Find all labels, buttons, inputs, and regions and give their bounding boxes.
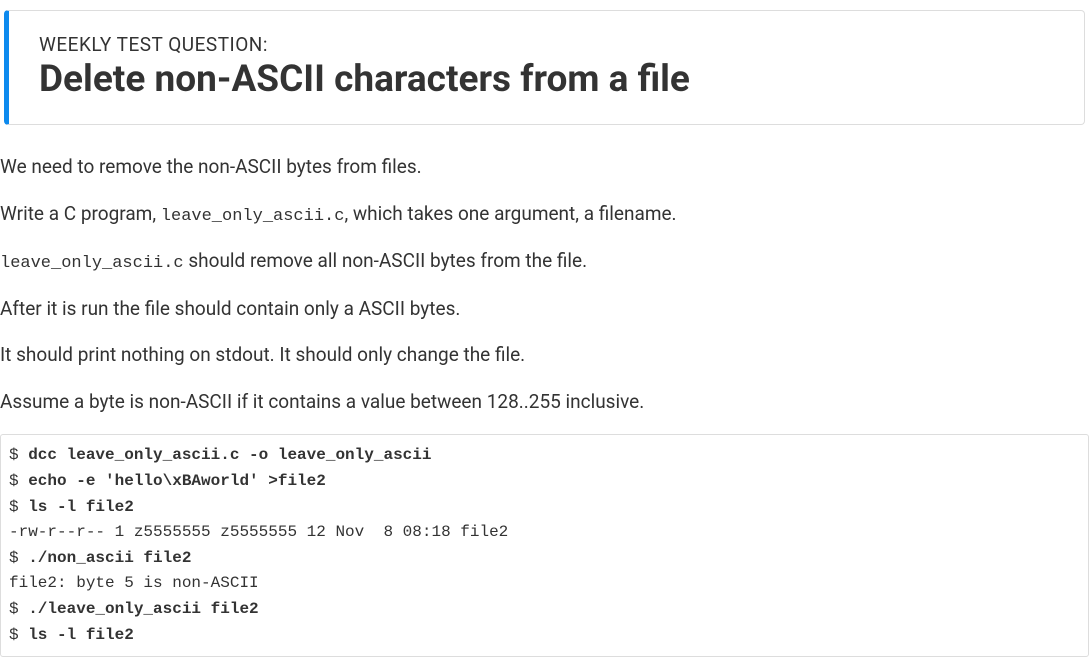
stdout-paragraph: It should print nothing on stdout. It sh… — [0, 341, 1089, 370]
prompt: $ — [9, 472, 28, 490]
output-text: file2: byte 5 is non-ASCII — [9, 574, 259, 592]
prompt: $ — [9, 600, 28, 618]
question-title: Delete non-ASCII characters from a file — [39, 58, 1054, 102]
command-text: ./leave_only_ascii file2 — [28, 600, 258, 618]
text-segment: , which takes one argument, a filename. — [344, 202, 676, 225]
terminal-line: $ echo -e 'hello\xBAworld' >file2 — [9, 469, 1080, 495]
terminal-block: $ dcc leave_only_ascii.c -o leave_only_a… — [0, 434, 1089, 657]
remove-bytes-paragraph: leave_only_ascii.c should remove all non… — [0, 247, 1089, 277]
command-text: ./non_ascii file2 — [28, 549, 191, 567]
prompt: $ — [9, 498, 28, 516]
write-program-paragraph: Write a C program, leave_only_ascii.c, w… — [0, 200, 1089, 230]
output-text: -rw-r--r-- 1 z5555555 z5555555 12 Nov 8 … — [9, 523, 508, 541]
terminal-line: $ ./non_ascii file2 — [9, 546, 1080, 572]
prompt: $ — [9, 549, 28, 567]
text-segment: should remove all non-ASCII bytes from t… — [184, 249, 588, 272]
terminal-line: file2: byte 5 is non-ASCII — [9, 571, 1080, 597]
command-text: echo -e 'hello\xBAworld' >file2 — [28, 472, 326, 490]
terminal-line: -rw-r--r-- 1 z5555555 z5555555 12 Nov 8 … — [9, 520, 1080, 546]
terminal-line: $ dcc leave_only_ascii.c -o leave_only_a… — [9, 443, 1080, 469]
command-text: ls -l file2 — [28, 626, 134, 644]
prompt: $ — [9, 446, 28, 464]
terminal-line: $ ./leave_only_ascii file2 — [9, 597, 1080, 623]
filename-code: leave_only_ascii.c — [161, 207, 345, 226]
filename-code: leave_only_ascii.c — [0, 254, 184, 273]
intro-paragraph: We need to remove the non-ASCII bytes fr… — [0, 153, 1089, 182]
assume-paragraph: Assume a byte is non-ASCII if it contain… — [0, 388, 1089, 417]
question-label: WEEKLY TEST QUESTION: — [39, 33, 1054, 56]
prompt: $ — [9, 626, 28, 644]
after-run-paragraph: After it is run the file should contain … — [0, 295, 1089, 324]
command-text: dcc leave_only_ascii.c -o leave_only_asc… — [28, 446, 431, 464]
terminal-line: $ ls -l file2 — [9, 495, 1080, 521]
question-header-box: WEEKLY TEST QUESTION: Delete non-ASCII c… — [4, 10, 1085, 125]
command-text: ls -l file2 — [28, 498, 134, 516]
text-segment: Write a C program, — [0, 202, 161, 225]
terminal-line: $ ls -l file2 — [9, 623, 1080, 649]
